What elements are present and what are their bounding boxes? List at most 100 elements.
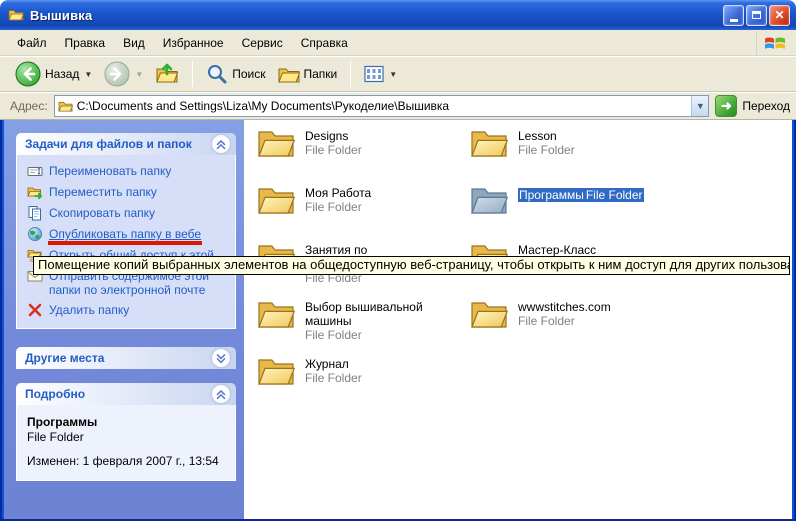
menu-item-file[interactable]: Файл bbox=[8, 32, 56, 54]
file-item[interactable]: ЖурналFile Folder bbox=[257, 355, 470, 412]
folders-icon bbox=[278, 63, 300, 85]
go-button[interactable]: ➜ Переход bbox=[715, 95, 790, 117]
window-border-left bbox=[0, 120, 4, 521]
expand-panel-button[interactable] bbox=[212, 349, 230, 367]
back-dropdown-icon[interactable]: ▼ bbox=[84, 70, 92, 79]
menu-item-view[interactable]: Вид bbox=[114, 32, 154, 54]
move-icon bbox=[27, 184, 43, 200]
details-item-modified: Изменен: 1 февраля 2007 г., 13:54 bbox=[27, 454, 229, 468]
window-folder-icon bbox=[8, 7, 24, 23]
up-button[interactable] bbox=[150, 60, 184, 88]
back-arrow-icon bbox=[15, 61, 41, 87]
menu-bar: Файл Правка Вид Избранное Сервис Справка bbox=[0, 30, 796, 56]
annotation-underline bbox=[48, 241, 202, 245]
file-name: Журнал bbox=[305, 357, 362, 371]
task-copy-folder[interactable]: Скопировать папку bbox=[27, 206, 231, 221]
folder-icon-selected bbox=[470, 184, 508, 215]
file-type: File Folder bbox=[305, 200, 371, 214]
chevron-down-icon bbox=[214, 351, 228, 365]
forward-dropdown-icon[interactable]: ▼ bbox=[135, 70, 143, 79]
file-item[interactable]: wwwstitches.comFile Folder bbox=[470, 298, 683, 355]
address-input[interactable]: C:\Documents and Settings\Liza\My Docume… bbox=[54, 95, 710, 117]
file-tasks-body: Переименовать папку Переместить папку Ск… bbox=[16, 155, 236, 329]
search-button[interactable]: Поиск bbox=[201, 61, 270, 87]
window-border-right bbox=[792, 120, 796, 521]
forward-arrow-icon bbox=[104, 61, 130, 87]
toolbar-separator bbox=[350, 61, 351, 87]
file-item[interactable]: DesignsFile Folder bbox=[257, 127, 470, 184]
address-path: C:\Documents and Settings\Liza\My Docume… bbox=[77, 99, 688, 113]
explorer-window: Вышивка ✕ Файл Правка Вид Избранное Серв… bbox=[0, 0, 796, 521]
menu-item-help[interactable]: Справка bbox=[292, 32, 357, 54]
file-item-selected[interactable]: ПрограммыFile Folder bbox=[470, 184, 683, 241]
forward-button[interactable]: ▼ bbox=[99, 59, 148, 89]
menu-item-edit[interactable]: Правка bbox=[56, 32, 115, 54]
title-bar: Вышивка ✕ bbox=[0, 0, 796, 30]
go-arrow-icon: ➜ bbox=[715, 95, 737, 117]
search-label: Поиск bbox=[232, 67, 265, 81]
folders-label: Папки bbox=[304, 67, 338, 81]
back-button[interactable]: Назад ▼ bbox=[10, 59, 97, 89]
folder-icon bbox=[470, 127, 508, 158]
views-dropdown-icon[interactable]: ▼ bbox=[389, 70, 397, 79]
details-panel: Подробно Программы File Folder Изменен: … bbox=[16, 383, 236, 481]
collapse-panel-button[interactable] bbox=[212, 385, 230, 403]
file-item[interactable]: Моя РаботаFile Folder bbox=[257, 184, 470, 241]
details-header[interactable]: Подробно bbox=[16, 383, 236, 405]
details-body: Программы File Folder Изменен: 1 февраля… bbox=[16, 405, 236, 481]
minimize-icon bbox=[730, 19, 738, 22]
folder-icon bbox=[470, 298, 508, 329]
file-name: Designs bbox=[305, 129, 362, 143]
file-item[interactable]: LessonFile Folder bbox=[470, 127, 683, 184]
task-publish-folder-web[interactable]: Опубликовать папку в вебе bbox=[27, 227, 231, 242]
publish-web-icon bbox=[27, 226, 43, 242]
details-item-name: Программы bbox=[27, 415, 229, 429]
task-delete-folder[interactable]: Удалить папку bbox=[27, 303, 231, 318]
copy-icon bbox=[27, 205, 43, 221]
file-name: Lesson bbox=[518, 129, 575, 143]
search-icon bbox=[206, 63, 228, 85]
address-dropdown-button[interactable]: ▼ bbox=[691, 96, 708, 116]
task-rename-folder[interactable]: Переименовать папку bbox=[27, 164, 231, 179]
file-name: Выбор вышивальной машины bbox=[305, 300, 465, 328]
file-tasks-panel: Задачи для файлов и папок Переименовать … bbox=[16, 133, 236, 329]
file-name: wwwstitches.com bbox=[518, 300, 611, 314]
file-type: File Folder bbox=[518, 314, 611, 328]
file-type: File Folder bbox=[518, 143, 575, 157]
tooltip: Помещение копий выбранных элементов на о… bbox=[33, 256, 790, 275]
details-title: Подробно bbox=[25, 387, 85, 401]
file-type: File Folder bbox=[305, 143, 362, 157]
window-title: Вышивка bbox=[30, 8, 723, 23]
file-type: File Folder bbox=[305, 328, 465, 342]
file-tasks-header[interactable]: Задачи для файлов и папок bbox=[16, 133, 236, 155]
minimize-button[interactable] bbox=[723, 5, 744, 26]
collapse-panel-button[interactable] bbox=[212, 135, 230, 153]
toolbar-separator bbox=[192, 61, 193, 87]
file-name: Программы bbox=[518, 188, 585, 202]
toolbar: Назад ▼ ▼ Поиск bbox=[0, 57, 796, 92]
other-places-panel: Другие места bbox=[16, 347, 236, 369]
windows-logo-icon bbox=[756, 31, 792, 55]
chevron-up-icon bbox=[214, 387, 228, 401]
chevron-up-icon bbox=[214, 137, 228, 151]
file-tasks-title: Задачи для файлов и папок bbox=[25, 137, 192, 151]
other-places-title: Другие места bbox=[25, 351, 104, 365]
menu-item-favorites[interactable]: Избранное bbox=[154, 32, 233, 54]
menu-item-tools[interactable]: Сервис bbox=[233, 32, 292, 54]
folders-button[interactable]: Папки bbox=[273, 61, 343, 87]
task-move-folder[interactable]: Переместить папку bbox=[27, 185, 231, 200]
task-label: Опубликовать папку в вебе bbox=[49, 227, 201, 241]
address-label: Адрес: bbox=[10, 99, 48, 113]
close-button[interactable]: ✕ bbox=[769, 5, 790, 26]
views-button[interactable]: ▼ bbox=[359, 63, 402, 85]
folder-icon bbox=[257, 298, 295, 329]
task-label: Переместить папку bbox=[49, 185, 157, 199]
other-places-header[interactable]: Другие места bbox=[16, 347, 236, 369]
folder-icon bbox=[257, 127, 295, 158]
file-type: File Folder bbox=[305, 371, 362, 385]
file-item[interactable]: Выбор вышивальной машиныFile Folder bbox=[257, 298, 470, 355]
file-type: File Folder bbox=[585, 188, 644, 202]
task-label: Скопировать папку bbox=[49, 206, 155, 220]
back-label: Назад bbox=[45, 67, 79, 81]
maximize-button[interactable] bbox=[746, 5, 767, 26]
